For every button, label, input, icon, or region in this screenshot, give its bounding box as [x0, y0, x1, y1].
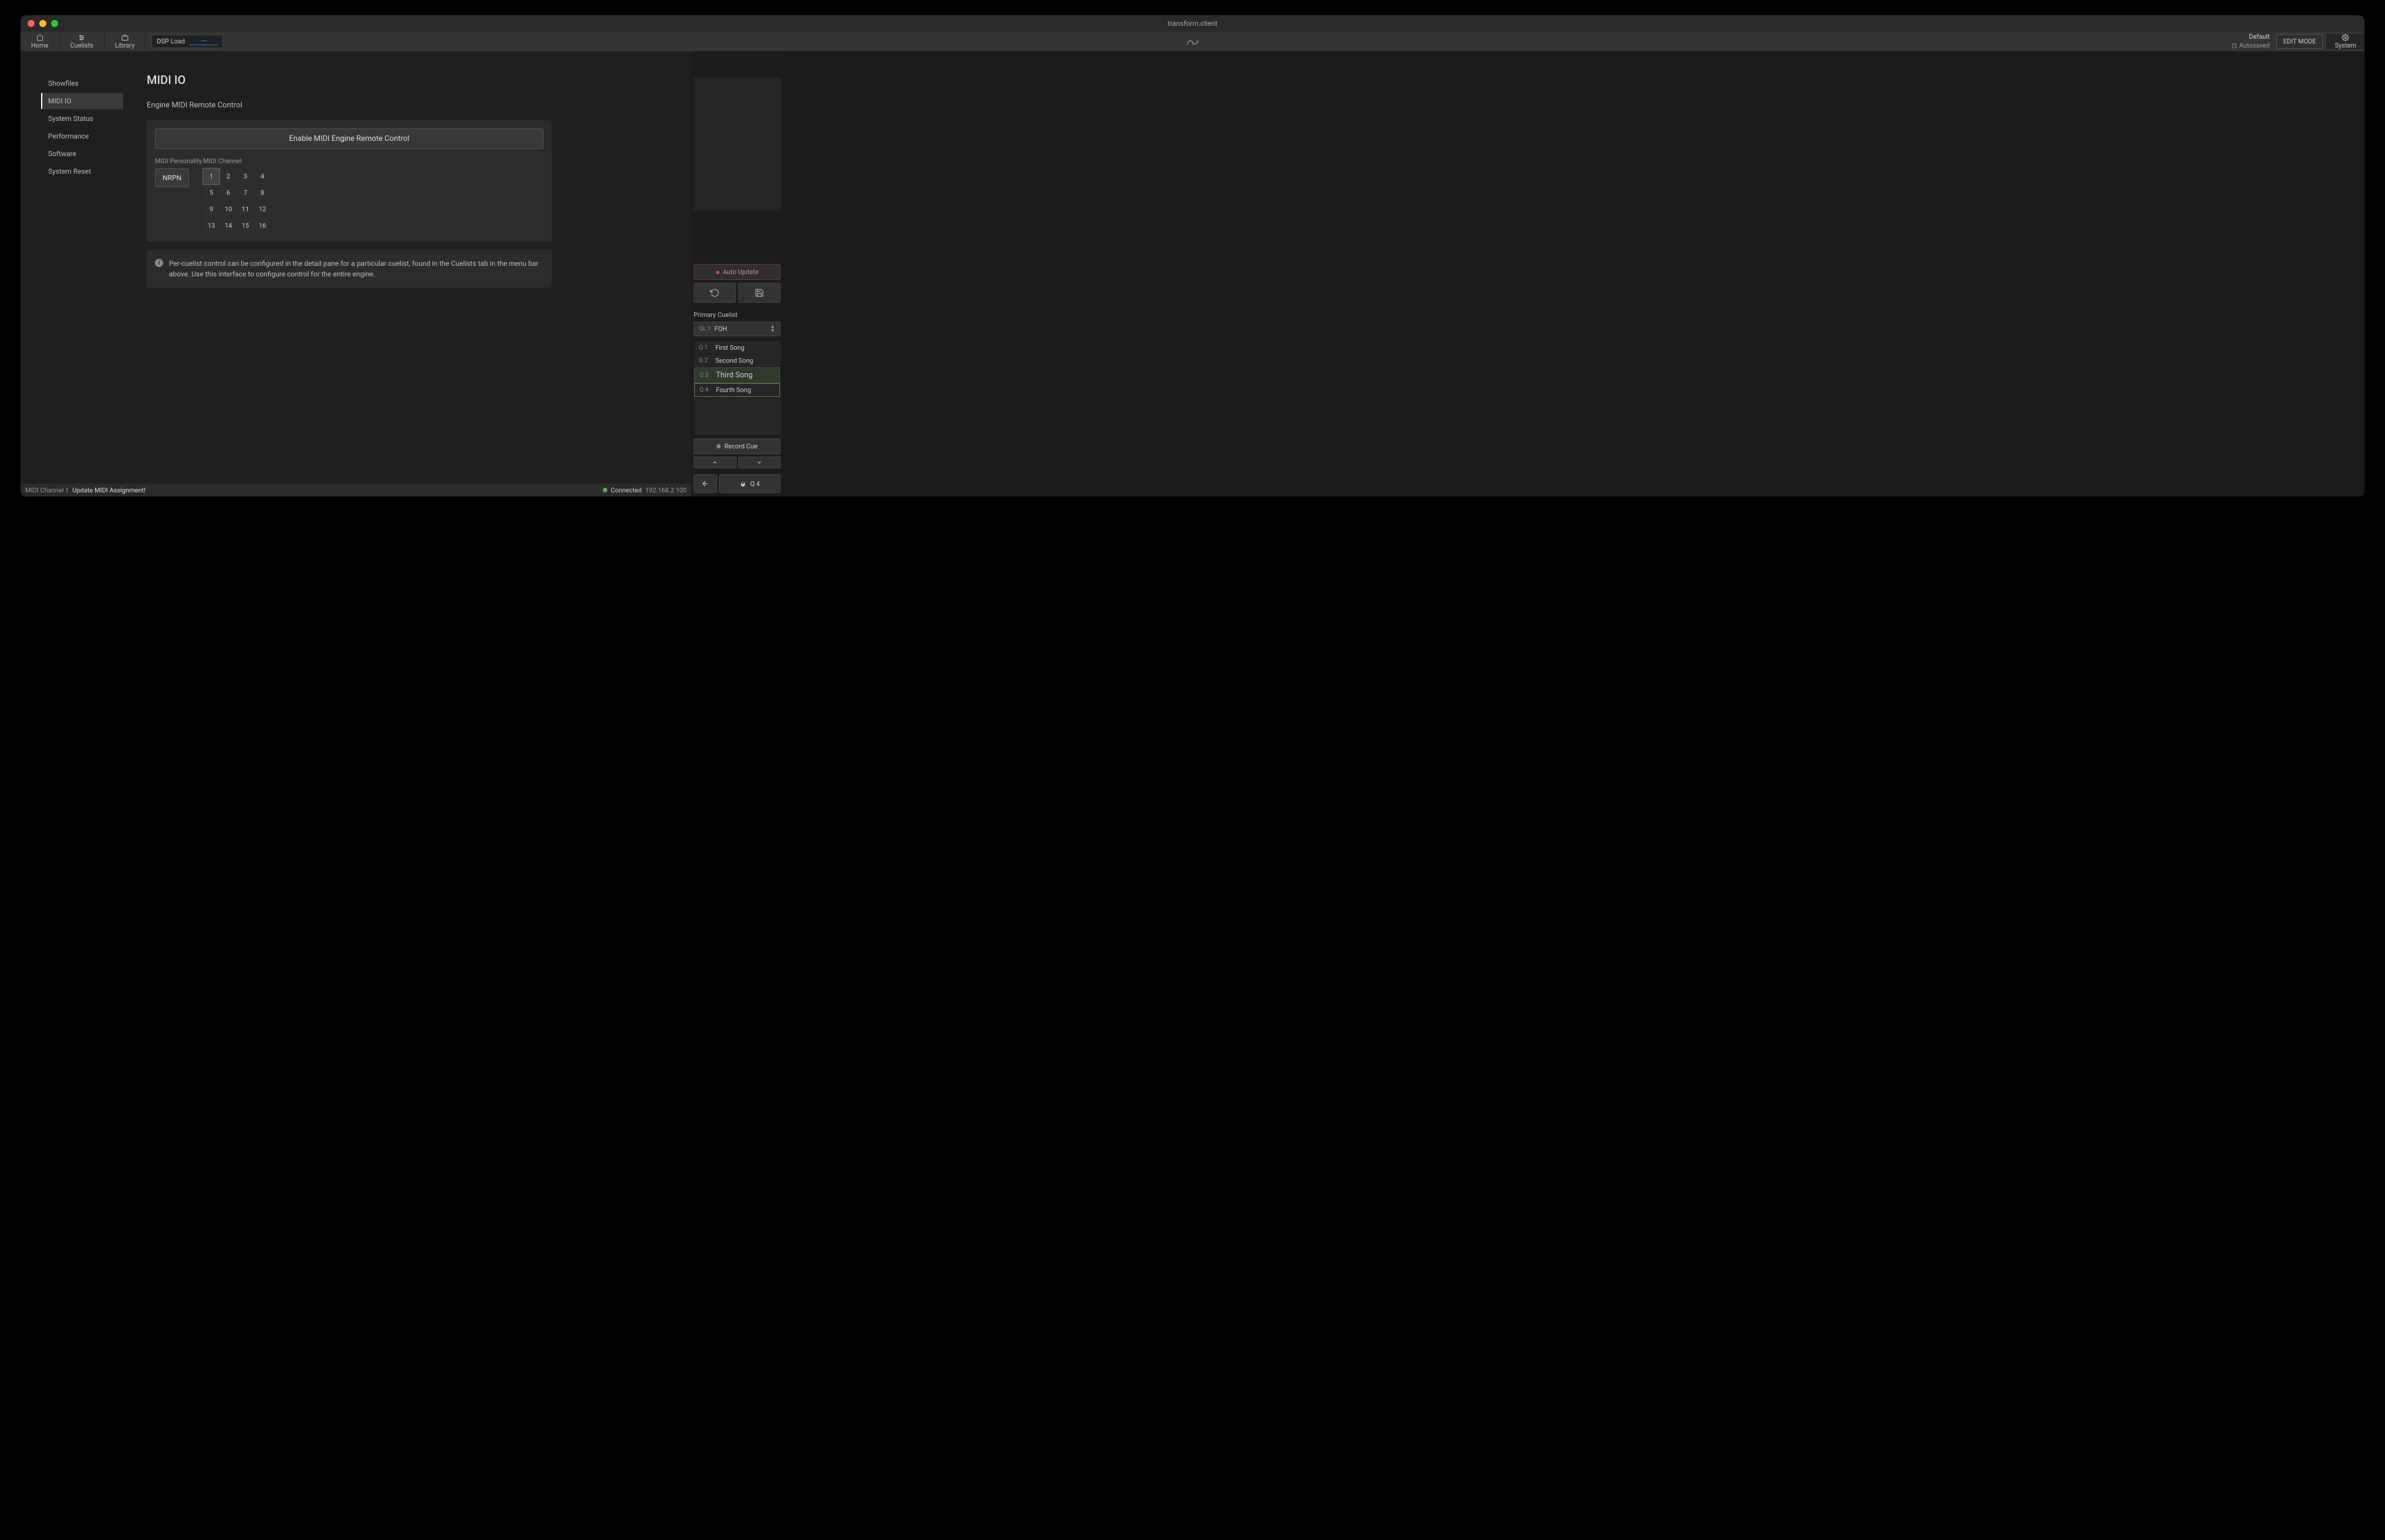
midi-channel-1[interactable]: 1 — [203, 168, 219, 184]
preview-area — [694, 77, 781, 211]
midi-channel-6[interactable]: 6 — [220, 185, 237, 201]
maximize-window-button[interactable] — [51, 20, 58, 27]
midi-channel-14[interactable]: 14 — [220, 218, 237, 234]
midi-channel-2[interactable]: 2 — [220, 168, 237, 184]
fire-icon — [739, 479, 746, 488]
channel-label: MIDI Channel — [203, 157, 271, 165]
cue-name: Fourth Song — [716, 386, 751, 394]
record-dot-icon — [716, 271, 719, 274]
sidebar-item-system-status[interactable]: System Status — [41, 110, 123, 127]
midi-channel-5[interactable]: 5 — [203, 185, 219, 201]
midi-channel-grid: 12345678910111213141516 — [203, 168, 271, 234]
autosave-status: Default Autosaved — [2232, 33, 2273, 50]
cue-row[interactable]: Q 4Fourth Song — [694, 383, 780, 397]
sidebar-item-midi-io[interactable]: MIDI IO — [41, 93, 123, 109]
menu-home[interactable]: Home — [21, 32, 60, 51]
record-dot-icon — [717, 444, 721, 448]
sidebar: ShowfilesMIDI IOSystem StatusPerformance… — [21, 52, 123, 484]
sliders-icon — [77, 34, 86, 41]
save-button[interactable] — [738, 283, 781, 303]
go-back-button[interactable] — [694, 474, 717, 493]
primary-cuelist-select[interactable]: QL 1 FOH ▲▼ — [694, 322, 781, 336]
undo-icon — [710, 288, 719, 298]
chevron-up-icon — [711, 460, 718, 465]
section-title: Engine MIDI Remote Control — [147, 101, 668, 110]
midi-channel-8[interactable]: 8 — [254, 185, 271, 201]
midi-personality-button[interactable]: NRPN — [155, 168, 189, 187]
menubar: Home Cuelists Library DSP Load Default — [21, 32, 2364, 52]
midi-channel-11[interactable]: 11 — [237, 201, 254, 217]
personality-label: MIDI Personality — [155, 157, 202, 165]
midi-channel-12[interactable]: 12 — [254, 201, 271, 217]
cue-id: Q 2 — [699, 357, 715, 364]
status-ip: 192.168.2.100 — [645, 487, 687, 494]
cue-id: Q 1 — [699, 345, 715, 351]
page-title: MIDI IO — [147, 73, 668, 87]
info-text: Per-cuelist control can be configured in… — [169, 258, 543, 279]
main-content: MIDI IO Engine MIDI Remote Control Enabl… — [123, 52, 691, 484]
gear-icon — [2342, 34, 2349, 41]
primary-cuelist-label: Primary Cuelist — [694, 311, 781, 319]
cue-id: Q 3 — [700, 372, 716, 379]
cue-row[interactable]: Q 2Second Song — [694, 354, 780, 367]
midi-channel-10[interactable]: 10 — [220, 201, 237, 217]
logo — [1184, 32, 1201, 52]
cue-list: Q 1First SongQ 2Second SongQ 3Third Song… — [694, 341, 781, 435]
enable-midi-button[interactable]: Enable MIDI Engine Remote Control — [155, 129, 543, 149]
cue-id: Q 4 — [700, 387, 716, 393]
status-midi-channel: MIDI Channel 1 — [25, 487, 69, 494]
right-panel: Auto Update Primary Cuelist QL 1 FOH ▲▼ … — [691, 52, 783, 497]
sidebar-item-showfiles[interactable]: Showfiles — [41, 75, 123, 92]
sidebar-item-performance[interactable]: Performance — [41, 128, 123, 144]
app-logo-icon — [1184, 36, 1201, 47]
cue-up-button[interactable] — [694, 457, 737, 468]
sidebar-item-software[interactable]: Software — [41, 146, 123, 162]
menu-system[interactable]: System — [2326, 34, 2365, 49]
cue-row[interactable]: Q 1First Song — [694, 342, 780, 354]
cue-name: First Song — [715, 344, 745, 352]
save-icon — [755, 288, 764, 298]
info-icon: i — [155, 259, 163, 267]
chevron-down-icon — [756, 460, 763, 465]
menu-library[interactable]: Library — [104, 32, 146, 51]
status-connected: Connected — [611, 487, 642, 494]
close-window-button[interactable] — [28, 20, 35, 27]
undo-button[interactable] — [694, 283, 736, 303]
menu-cuelists[interactable]: Cuelists — [60, 32, 104, 51]
midi-channel-4[interactable]: 4 — [254, 168, 271, 184]
status-update-link[interactable]: Update MIDI Assignment! — [72, 487, 146, 494]
midi-channel-9[interactable]: 9 — [203, 201, 219, 217]
window-title: transform.client — [1168, 19, 1218, 28]
sidebar-item-system-reset[interactable]: System Reset — [41, 163, 123, 180]
statusbar: MIDI Channel 1 Update MIDI Assignment! C… — [21, 484, 691, 497]
home-icon — [36, 34, 44, 41]
midi-channel-15[interactable]: 15 — [237, 218, 254, 234]
go-button[interactable]: Q 4 — [719, 474, 781, 493]
dsp-load-meter: DSP Load — [146, 32, 229, 51]
midi-config-panel: Enable MIDI Engine Remote Control MIDI P… — [147, 120, 552, 242]
titlebar: transform.client — [21, 15, 2364, 32]
chevron-updown-icon: ▲▼ — [770, 325, 775, 333]
info-panel: i Per-cuelist control can be configured … — [147, 250, 552, 288]
cue-row[interactable]: Q 3Third Song — [694, 367, 780, 383]
midi-channel-13[interactable]: 13 — [203, 218, 219, 234]
minimize-window-button[interactable] — [39, 20, 46, 27]
dsp-graph — [190, 38, 218, 45]
cue-name: Second Song — [715, 357, 753, 364]
auto-update-button[interactable]: Auto Update — [694, 264, 781, 280]
briefcase-icon — [121, 34, 129, 41]
cue-name: Third Song — [716, 371, 753, 380]
cue-down-button[interactable] — [738, 457, 781, 468]
file-icon — [2232, 43, 2237, 49]
midi-channel-7[interactable]: 7 — [237, 185, 254, 201]
arrow-left-icon — [701, 479, 710, 488]
midi-channel-3[interactable]: 3 — [237, 168, 254, 184]
midi-channel-16[interactable]: 16 — [254, 218, 271, 234]
edit-mode-button[interactable]: EDIT MODE — [2276, 34, 2322, 49]
record-cue-button[interactable]: Record Cue — [694, 438, 781, 454]
connection-dot-icon — [603, 488, 607, 492]
